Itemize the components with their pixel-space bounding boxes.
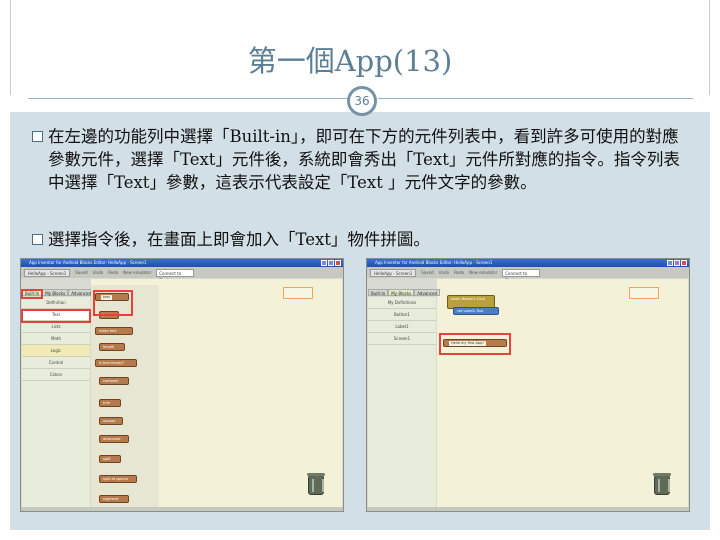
- undo-button[interactable]: Undo: [93, 270, 103, 275]
- highlight-text-block: [439, 333, 511, 355]
- project-label: HelloApp - Screen1: [24, 268, 71, 277]
- slide-title: 第一個App(13): [247, 44, 453, 78]
- saved-button[interactable]: Saved: [75, 270, 87, 275]
- maximize-icon[interactable]: [328, 260, 334, 266]
- window-title: App Inventor for Android Blocks Editor: …: [29, 260, 147, 265]
- bullet-1: 在左邊的功能列中選擇「Built-in」，即可在下方的元件列表中，看到許多可使用…: [32, 125, 688, 194]
- highlight-text-drawer: [21, 309, 91, 323]
- bullet-1-text: 在左邊的功能列中選擇「Built-in」，即可在下方的元件列表中，看到許多可使用…: [48, 127, 680, 192]
- device-select[interactable]: Connect to Device...: [502, 268, 541, 283]
- block-upcase[interactable]: upcase: [99, 417, 123, 425]
- highlight-built-in-tab: [21, 289, 43, 299]
- status-bar: [367, 507, 689, 511]
- close-icon[interactable]: [681, 260, 687, 266]
- workspace-marker: [283, 287, 313, 299]
- tab-my-blocks[interactable]: My Blocks: [388, 289, 415, 296]
- toolbar: HelloApp - Screen1 Saved Undo Redo New e…: [21, 267, 343, 283]
- block-compare[interactable]: compare: [99, 377, 129, 385]
- window-title: App Inventor for Android Blocks Editor: …: [375, 260, 493, 265]
- trash-icon[interactable]: [653, 473, 671, 495]
- window-controls: [321, 260, 341, 266]
- title-rule-right: [378, 98, 693, 99]
- close-icon[interactable]: [335, 260, 341, 266]
- maximize-icon[interactable]: [674, 260, 680, 266]
- block-make-text[interactable]: make text: [95, 327, 133, 335]
- bullet-2-text: 選擇指令後，在畫面上即會加入「Text」物件拼圖。: [48, 230, 430, 249]
- trash-icon[interactable]: [307, 473, 325, 495]
- screenshot-left: App Inventor for Android Blocks Editor: …: [20, 258, 344, 512]
- block-length[interactable]: length: [99, 343, 125, 351]
- status-bar: [21, 507, 343, 511]
- bullet-box-icon: [32, 234, 43, 245]
- block-downcase[interactable]: downcase: [99, 435, 129, 443]
- screenshot-right: App Inventor for Android Blocks Editor: …: [366, 258, 690, 512]
- block-set-label-text[interactable]: set Label1.Text: [453, 307, 499, 315]
- redo-button[interactable]: Redo: [454, 270, 464, 275]
- block-is-text-empty[interactable]: is text empty?: [95, 359, 137, 367]
- new-emulator-button[interactable]: New emulator: [469, 270, 497, 275]
- block-segment[interactable]: segment: [99, 495, 129, 503]
- drawer-item-button1[interactable]: Button1: [368, 309, 436, 321]
- drawer-list: My Definitions Button1 Label1 Screen1: [368, 297, 436, 511]
- drawer-item-label1[interactable]: Label1: [368, 321, 436, 333]
- toolbar: HelloApp - Screen1 Saved Undo Redo New e…: [367, 267, 689, 283]
- window-title-bar: App Inventor for Android Blocks Editor: …: [21, 259, 343, 267]
- drawer-item-screen1[interactable]: Screen1: [368, 333, 436, 345]
- drawer-item-math[interactable]: Math: [22, 333, 90, 345]
- device-select[interactable]: Connect to Device...: [156, 268, 195, 283]
- bottom-band: [10, 512, 710, 530]
- window-title-bar: App Inventor for Android Blocks Editor: …: [367, 259, 689, 267]
- drawer-list: Definition Text Lists Math Logic Control…: [22, 297, 90, 511]
- redo-button[interactable]: Redo: [108, 270, 118, 275]
- page-number: 36: [347, 86, 377, 116]
- project-label: HelloApp - Screen1: [370, 268, 417, 277]
- tab-my-blocks[interactable]: My Blocks: [42, 289, 69, 296]
- saved-button[interactable]: Saved: [421, 270, 433, 275]
- block-split[interactable]: split: [99, 455, 121, 463]
- window-controls: [667, 260, 687, 266]
- tab-built-in[interactable]: Built-In: [368, 289, 389, 296]
- minimize-icon[interactable]: [667, 260, 673, 266]
- title-rule-left: [28, 98, 348, 99]
- drawer-item-my-definitions[interactable]: My Definitions: [368, 297, 436, 309]
- drawer-item-logic[interactable]: Logic: [22, 345, 90, 357]
- highlight-text-block: [93, 290, 133, 316]
- tab-advanced[interactable]: Advanced: [414, 289, 440, 296]
- bullet-2: 選擇指令後，在畫面上即會加入「Text」物件拼圖。: [32, 228, 688, 251]
- workspace-marker: [629, 287, 659, 299]
- blocks-flyout: text join make text length is text empty…: [91, 285, 159, 511]
- drawer-tabs: Built-In My Blocks Advanced: [368, 289, 440, 296]
- block-split-at-spaces[interactable]: split at spaces: [99, 475, 137, 483]
- drawer-item-colors[interactable]: Colors: [22, 369, 90, 381]
- bullet-box-icon: [32, 131, 43, 142]
- drawer-item-control[interactable]: Control: [22, 357, 90, 369]
- undo-button[interactable]: Undo: [439, 270, 449, 275]
- minimize-icon[interactable]: [321, 260, 327, 266]
- new-emulator-button[interactable]: New emulator: [123, 270, 151, 275]
- block-trim[interactable]: trim: [99, 399, 121, 407]
